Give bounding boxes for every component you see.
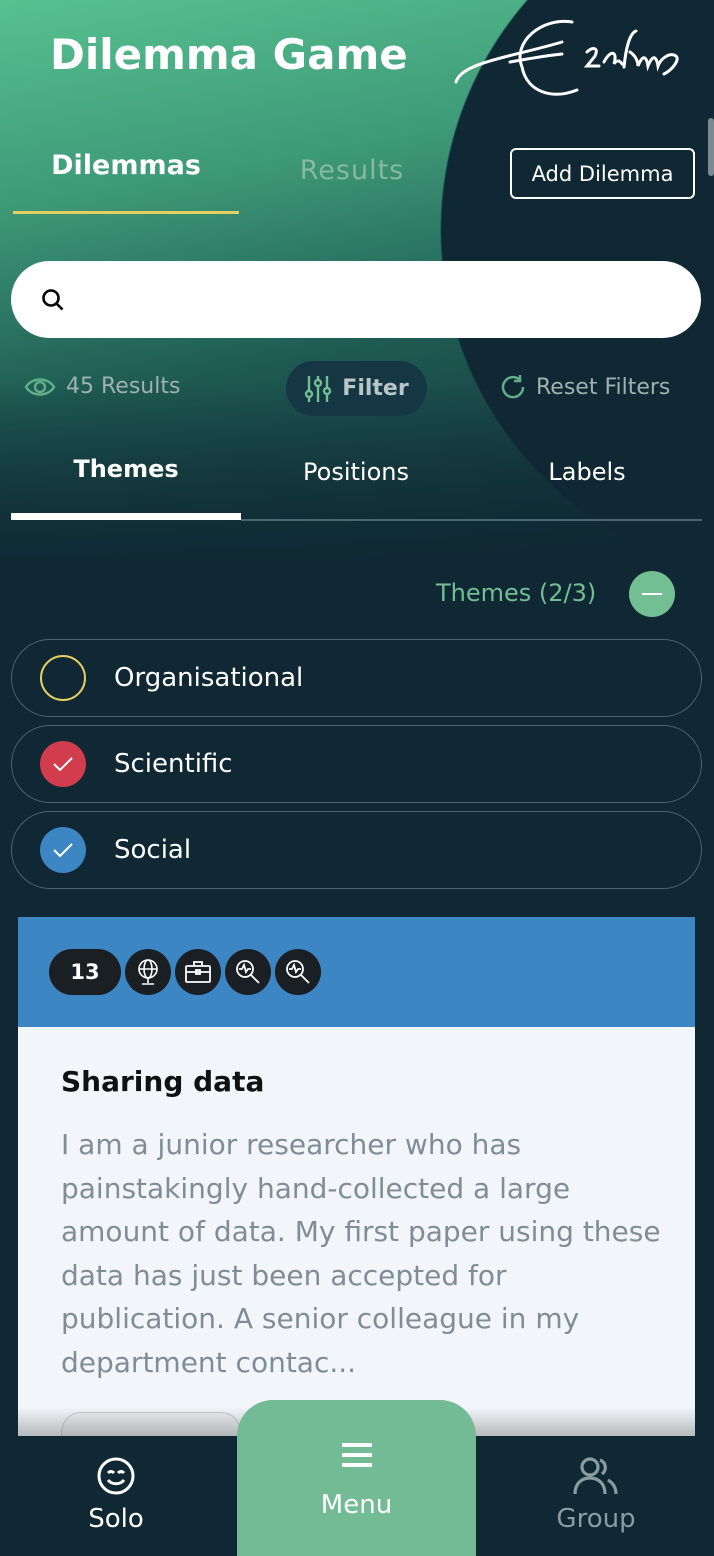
checkbox[interactable] bbox=[40, 655, 86, 701]
minus-icon bbox=[642, 593, 662, 595]
collapse-button[interactable] bbox=[629, 571, 675, 617]
reset-filters-button[interactable]: Reset Filters bbox=[500, 374, 670, 400]
smiley-icon bbox=[97, 1457, 135, 1495]
sliders-icon bbox=[305, 375, 332, 402]
subtab-positions[interactable]: Positions bbox=[241, 458, 471, 486]
theme-option-organisational[interactable]: Organisational bbox=[11, 639, 702, 717]
group-icon bbox=[573, 1457, 618, 1495]
add-dilemma-button[interactable]: Add Dilemma bbox=[510, 148, 695, 199]
tab-results[interactable]: Results bbox=[262, 155, 442, 186]
card-description: I am a junior researcher who has painsta… bbox=[61, 1128, 661, 1379]
nav-menu[interactable]: Menu bbox=[237, 1400, 476, 1556]
refresh-icon bbox=[501, 375, 525, 399]
globe-icon bbox=[125, 949, 171, 995]
check-icon bbox=[53, 843, 73, 858]
card-header: 13 bbox=[18, 917, 695, 1027]
nav-group[interactable]: Group bbox=[496, 1456, 696, 1534]
tab-dilemmas[interactable]: Dilemmas bbox=[14, 150, 238, 181]
app-title: Dilemma Game bbox=[50, 30, 408, 79]
search-icon bbox=[42, 289, 64, 311]
themes-count: Themes (2/3) bbox=[436, 579, 597, 607]
theme-option-social[interactable]: Social bbox=[11, 811, 702, 889]
active-subtab-indicator bbox=[11, 513, 241, 520]
search-input[interactable] bbox=[11, 261, 701, 338]
dilemma-number: 13 bbox=[49, 949, 121, 995]
dilemma-card[interactable]: 13 Sharing data I am a junior researcher… bbox=[18, 917, 695, 1437]
briefcase-icon bbox=[175, 949, 221, 995]
card-title: Sharing data bbox=[61, 1065, 265, 1098]
erasmus-logo bbox=[454, 19, 679, 96]
active-tab-indicator bbox=[13, 211, 239, 214]
magnifier-pulse-icon bbox=[225, 949, 271, 995]
magnifier-pulse-icon bbox=[275, 949, 321, 995]
eye-icon bbox=[24, 377, 56, 396]
checkbox-checked[interactable] bbox=[40, 827, 86, 873]
filter-button[interactable]: Filter bbox=[286, 361, 427, 416]
scrollbar[interactable] bbox=[708, 118, 714, 176]
nav-solo[interactable]: Solo bbox=[16, 1456, 216, 1534]
hamburger-icon bbox=[341, 1443, 372, 1467]
check-icon bbox=[53, 757, 73, 772]
subtab-themes[interactable]: Themes bbox=[11, 455, 241, 483]
checkbox-checked[interactable] bbox=[40, 741, 86, 787]
subtab-labels[interactable]: Labels bbox=[472, 458, 702, 486]
results-count: 45 Results bbox=[24, 374, 180, 399]
theme-option-scientific[interactable]: Scientific bbox=[11, 725, 702, 803]
